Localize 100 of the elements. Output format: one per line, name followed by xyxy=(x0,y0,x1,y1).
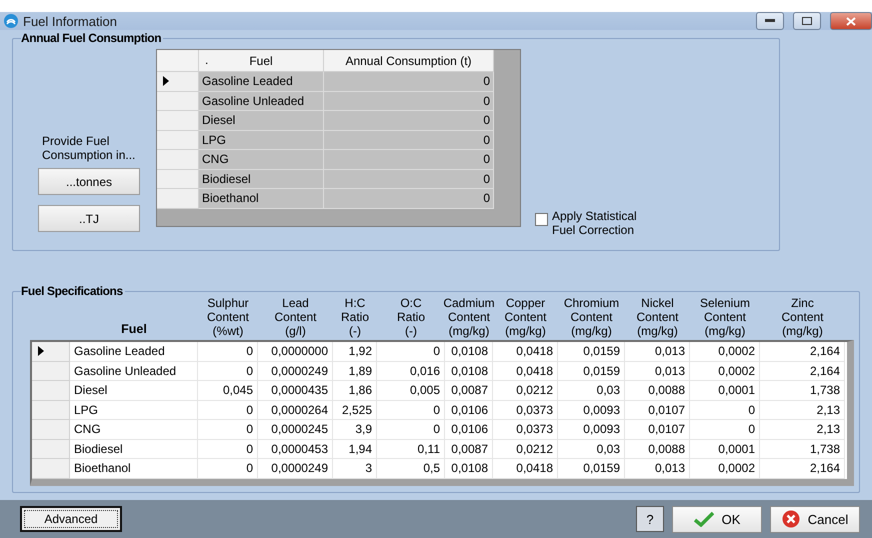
column-header[interactable]: Cadmium Content (mg/kg) xyxy=(445,292,493,340)
table-cell[interactable]: 0 xyxy=(377,420,445,440)
table-cell[interactable]: 0,0106 xyxy=(445,420,493,440)
column-header[interactable]: Sulphur Content (%wt) xyxy=(198,292,258,340)
table-cell[interactable]: 0,0107 xyxy=(625,420,690,440)
table-cell[interactable]: 0,0000435 xyxy=(258,381,333,400)
table-cell[interactable]: 0,0418 xyxy=(493,362,558,381)
column-header[interactable]: Selenium Content (mg/kg) xyxy=(690,292,760,340)
table-cell[interactable]: 0,0159 xyxy=(558,362,625,381)
unit-button[interactable]: ...tonnes xyxy=(38,168,140,195)
consumption-cell[interactable]: 0 xyxy=(324,150,494,170)
table-cell[interactable]: 0,0373 xyxy=(493,400,558,420)
table-cell[interactable]: 1,94 xyxy=(333,440,377,459)
consumption-cell[interactable]: 0 xyxy=(324,189,494,208)
table-cell[interactable]: 0,0001 xyxy=(690,440,760,459)
table-cell[interactable]: 0,005 xyxy=(377,381,445,400)
table-cell[interactable]: 0,0088 xyxy=(625,381,690,400)
table-cell[interactable]: 0 xyxy=(198,459,258,478)
table-cell[interactable]: 0,0002 xyxy=(690,362,760,381)
table-cell[interactable]: 0,11 xyxy=(377,440,445,459)
table-cell[interactable]: 0 xyxy=(198,342,258,362)
column-header[interactable]: Chromium Content (mg/kg) xyxy=(558,292,625,340)
table-cell[interactable]: 0,0212 xyxy=(493,440,558,459)
table-cell[interactable]: 0,013 xyxy=(625,362,690,381)
table-cell[interactable]: 0,0159 xyxy=(558,342,625,362)
minimize-button[interactable] xyxy=(756,12,784,30)
table-cell[interactable]: 0,0002 xyxy=(690,342,760,362)
table-cell[interactable]: 2,13 xyxy=(760,420,845,440)
table-cell[interactable]: 0,0000249 xyxy=(258,459,333,478)
table-cell[interactable]: 0,0088 xyxy=(625,440,690,459)
table-cell[interactable]: 2,164 xyxy=(760,342,845,362)
table-cell[interactable]: 1,89 xyxy=(333,362,377,381)
table-cell[interactable]: 0,5 xyxy=(377,459,445,478)
table-cell[interactable]: 0 xyxy=(690,420,760,440)
table-cell[interactable]: 0,0108 xyxy=(445,362,493,381)
close-button[interactable] xyxy=(830,12,872,30)
table-cell[interactable]: 0,045 xyxy=(198,381,258,400)
table-cell[interactable]: 1,738 xyxy=(760,381,845,400)
column-header[interactable]: Nickel Content (mg/kg) xyxy=(625,292,690,340)
table-cell[interactable]: 0,0000264 xyxy=(258,400,333,420)
advanced-button[interactable]: Advanced xyxy=(20,506,122,532)
table-cell[interactable]: 0 xyxy=(198,400,258,420)
table-cell[interactable]: 3,9 xyxy=(333,420,377,440)
table-cell[interactable]: 0,0001 xyxy=(690,381,760,400)
table-cell[interactable]: 0,0093 xyxy=(558,420,625,440)
row-header[interactable] xyxy=(32,342,70,362)
table-cell[interactable]: 0,0107 xyxy=(625,400,690,420)
table-cell[interactable]: 0,0418 xyxy=(493,459,558,478)
consumption-cell[interactable]: 0 xyxy=(324,130,494,150)
table-cell[interactable]: 0,03 xyxy=(558,440,625,459)
consumption-cell[interactable]: 0 xyxy=(324,92,494,111)
table-cell[interactable]: 1,738 xyxy=(760,440,845,459)
table-cell[interactable]: Gasoline Leaded xyxy=(70,342,198,362)
table-cell[interactable]: 2,164 xyxy=(760,362,845,381)
unit-button[interactable]: ..TJ xyxy=(38,205,140,232)
ok-button[interactable]: OK xyxy=(672,506,762,532)
table-cell[interactable]: 2,164 xyxy=(760,459,845,478)
consumption-cell[interactable]: 0 xyxy=(324,111,494,130)
consumption-cell[interactable]: 0 xyxy=(324,72,494,92)
column-header[interactable]: Copper Content (mg/kg) xyxy=(493,292,558,340)
table-cell[interactable]: 0,0000000 xyxy=(258,342,333,362)
table-cell[interactable]: 3 xyxy=(333,459,377,478)
consumption-cell[interactable]: 0 xyxy=(324,170,494,189)
table-cell[interactable]: 0,0212 xyxy=(493,381,558,400)
column-header[interactable]: O:C Ratio (-) xyxy=(377,292,445,340)
column-header[interactable]: Fuel xyxy=(249,54,273,68)
table-cell[interactable]: Gasoline Unleaded xyxy=(70,362,198,381)
table-cell[interactable]: 0,0002 xyxy=(690,459,760,478)
table-cell[interactable]: 0 xyxy=(377,342,445,362)
table-cell[interactable]: 0 xyxy=(198,362,258,381)
table-cell[interactable]: 0,0106 xyxy=(445,400,493,420)
table-cell[interactable]: 0 xyxy=(198,420,258,440)
table-cell[interactable]: Biodiesel xyxy=(70,440,198,459)
table-cell[interactable]: LPG xyxy=(70,400,198,420)
table-cell[interactable]: Diesel xyxy=(70,381,198,400)
table-cell[interactable]: 0,0093 xyxy=(558,400,625,420)
column-header[interactable]: Annual Consumption (t) xyxy=(324,50,494,72)
table-cell[interactable]: CNG xyxy=(70,420,198,440)
column-header[interactable]: . xyxy=(205,53,208,67)
table-cell[interactable]: 0,013 xyxy=(625,459,690,478)
table-cell[interactable]: 0,0159 xyxy=(558,459,625,478)
help-button[interactable]: ? xyxy=(636,506,664,532)
maximize-button[interactable] xyxy=(793,12,821,30)
table-cell[interactable]: 0,0108 xyxy=(445,342,493,362)
table-cell[interactable]: 0,0087 xyxy=(445,440,493,459)
table-cell[interactable]: 0,0087 xyxy=(445,381,493,400)
row-header[interactable] xyxy=(157,72,199,92)
table-cell[interactable]: 0,013 xyxy=(625,342,690,362)
table-cell[interactable]: 0 xyxy=(377,400,445,420)
table-cell[interactable]: 0,0000453 xyxy=(258,440,333,459)
table-cell[interactable]: 1,92 xyxy=(333,342,377,362)
table-cell[interactable]: 0,0418 xyxy=(493,342,558,362)
table-cell[interactable]: 0,03 xyxy=(558,381,625,400)
column-header[interactable]: Zinc Content (mg/kg) xyxy=(760,292,845,340)
column-header[interactable]: H:C Ratio (-) xyxy=(333,292,377,340)
cancel-button[interactable]: Cancel xyxy=(770,506,860,532)
table-cell[interactable]: 1,86 xyxy=(333,381,377,400)
table-cell[interactable]: 2,13 xyxy=(760,400,845,420)
table-cell[interactable]: 0,0000245 xyxy=(258,420,333,440)
table-cell[interactable]: 0,0000249 xyxy=(258,362,333,381)
